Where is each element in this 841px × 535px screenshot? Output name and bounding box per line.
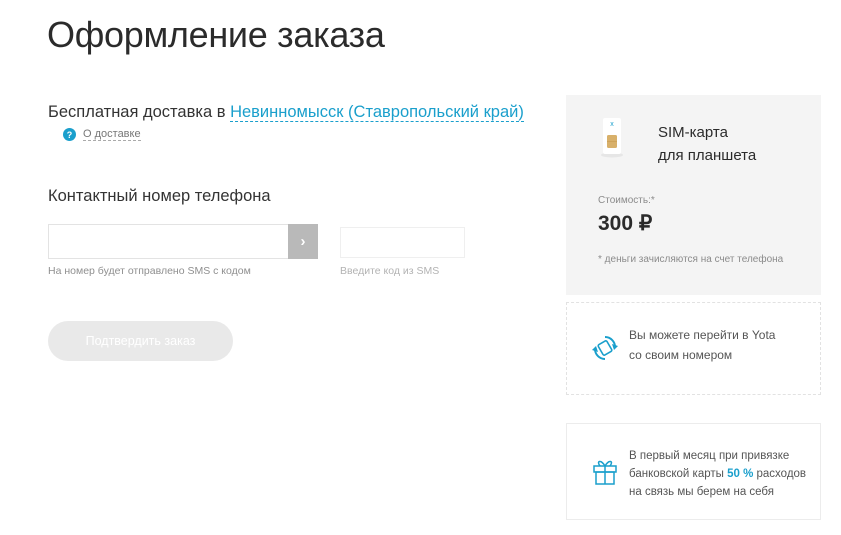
price-note: * деньги зачисляются на счет телефона xyxy=(598,254,784,265)
card-bonus-line1: В первый месяц при привязке xyxy=(629,450,790,462)
page-title: Оформление заказа xyxy=(47,14,385,55)
about-delivery-link[interactable]: ? О доставке xyxy=(63,128,141,141)
phone-input[interactable] xyxy=(48,224,289,259)
product-name-line1: SIM-карта xyxy=(658,124,728,141)
delivery-prefix: Бесплатная доставка в xyxy=(48,103,231,121)
delivery-city-link[interactable]: Невинномысск (Ставропольский край) xyxy=(230,103,524,122)
sms-code-input[interactable] xyxy=(340,227,465,258)
svg-text:x: x xyxy=(610,121,614,128)
card-bonus-line2: банковской карты 50 % расходов xyxy=(629,465,806,483)
price-label: Стоимость:* xyxy=(598,195,655,206)
card-bonus-percent: 50 % xyxy=(727,468,754,480)
send-code-button[interactable]: › xyxy=(288,224,318,259)
number-transfer-text: Вы можете перейти в Yota со своим номеро… xyxy=(629,325,775,365)
card-bonus-line2-prefix: банковской карты xyxy=(629,468,728,480)
about-delivery-label: О доставке xyxy=(83,128,141,141)
product-name-line2: для планшета xyxy=(658,147,757,164)
sms-code-hint: Введите код из SMS xyxy=(340,265,440,277)
sim-card-icon: x xyxy=(601,118,623,158)
number-transfer-line1: Вы можете перейти в Yota xyxy=(629,328,776,342)
question-icon: ? xyxy=(63,128,76,141)
card-bonus-text: В первый месяц при привязке банковской к… xyxy=(629,447,806,501)
number-transfer-line2: со своим номером xyxy=(629,348,733,362)
card-bonus-promo: В первый месяц при привязке банковской к… xyxy=(566,423,821,520)
product-name: SIM-карта для планшета xyxy=(658,121,756,167)
number-transfer-promo[interactable]: Вы можете перейти в Yota со своим номеро… xyxy=(566,302,821,395)
confirm-order-button[interactable]: Подтвердить заказ xyxy=(48,321,233,361)
card-bonus-line2-suffix: расходов xyxy=(753,468,807,480)
card-bonus-line3: на связь мы берем на себя xyxy=(629,486,774,498)
gift-icon xyxy=(593,460,617,485)
phone-hint: На номер будет отправлено SMS с кодом xyxy=(48,265,251,277)
contact-section-title: Контактный номер телефона xyxy=(48,187,271,205)
number-transfer-icon xyxy=(592,336,618,360)
order-summary-card: x SIM-карта для планшета Стоимость:* 300… xyxy=(566,95,821,295)
price-value: 300 ₽ xyxy=(598,212,653,235)
chevron-right-icon: › xyxy=(300,233,306,250)
delivery-line: Бесплатная доставка в Невинномысск (Став… xyxy=(48,103,524,122)
